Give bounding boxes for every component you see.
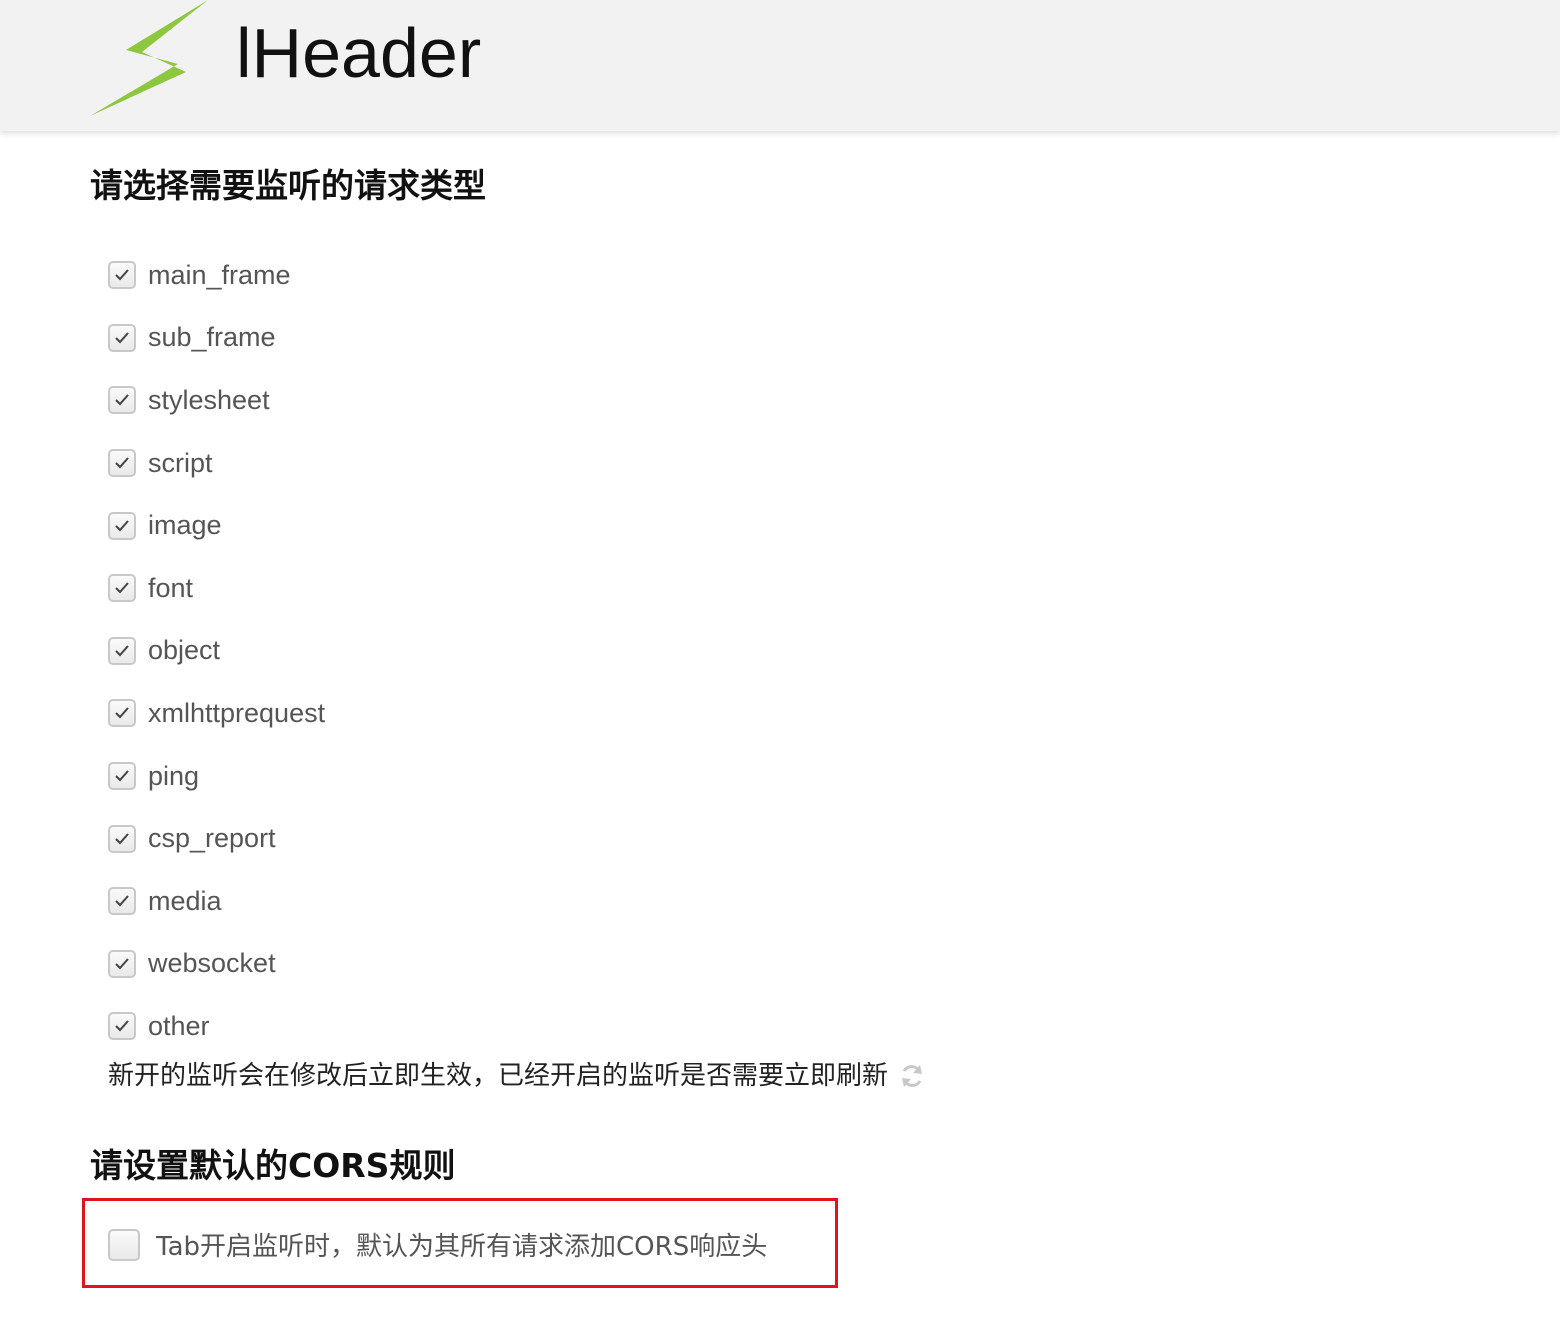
request-type-item[interactable]: main_frame — [108, 244, 325, 307]
request-type-item[interactable]: ping — [108, 745, 325, 808]
checkbox-checked[interactable] — [108, 949, 136, 978]
request-type-label[interactable]: object — [148, 635, 220, 666]
request-type-item[interactable]: xmlhttprequest — [108, 682, 325, 745]
checkbox-checked[interactable] — [108, 824, 136, 853]
checkbox-checked[interactable] — [108, 1012, 136, 1041]
request-type-item[interactable]: script — [108, 432, 325, 495]
checkmark-icon — [115, 582, 129, 594]
checkbox-checked[interactable] — [108, 386, 136, 415]
request-type-label[interactable]: image — [148, 510, 222, 541]
request-type-list: main_frame sub_frame stylesheet script i… — [108, 244, 325, 1058]
request-type-item[interactable]: media — [108, 870, 325, 933]
checkmark-icon — [115, 645, 129, 657]
request-type-item[interactable]: image — [108, 494, 325, 557]
request-type-label[interactable]: media — [148, 886, 222, 917]
checkbox-checked[interactable] — [108, 887, 136, 916]
request-type-item[interactable]: other — [108, 995, 325, 1058]
request-type-label[interactable]: main_frame — [148, 260, 291, 291]
checkmark-icon — [115, 832, 129, 845]
checkmark-icon — [115, 707, 129, 719]
request-type-label[interactable]: sub_frame — [148, 322, 276, 353]
request-type-item[interactable]: object — [108, 620, 325, 683]
app-title: lHeader — [236, 14, 482, 92]
checkmark-icon — [115, 457, 129, 469]
cors-checkbox[interactable] — [108, 1228, 140, 1261]
checkbox-checked[interactable] — [108, 511, 136, 540]
request-types-title: 请选择需要监听的请求类型 — [90, 166, 486, 205]
request-type-label[interactable]: ping — [148, 761, 199, 792]
checkmark-icon — [115, 895, 129, 907]
checkbox-checked[interactable] — [108, 636, 136, 665]
checkbox-checked[interactable] — [108, 762, 136, 791]
request-type-item[interactable]: stylesheet — [108, 369, 325, 432]
refresh-icon[interactable] — [898, 1062, 926, 1090]
request-type-label[interactable]: csp_report — [148, 823, 276, 854]
refresh-note-text: 新开的监听会在修改后立即生效，已经开启的监听是否需要立即刷新 — [108, 1061, 889, 1091]
checkbox-checked[interactable] — [108, 323, 136, 352]
request-type-item[interactable]: font — [108, 557, 325, 620]
checkmark-icon — [115, 1020, 129, 1032]
lightning-bolt-icon — [90, 0, 208, 116]
request-type-item[interactable]: websocket — [108, 933, 325, 996]
request-type-label[interactable]: stylesheet — [148, 385, 270, 416]
request-type-label[interactable]: script — [148, 448, 213, 479]
checkmark-icon — [115, 269, 129, 281]
checkmark-icon — [115, 958, 129, 970]
request-type-label[interactable]: websocket — [148, 948, 276, 979]
cors-rules-title: 请设置默认的CORS规则 — [90, 1146, 456, 1185]
request-type-item[interactable]: sub_frame — [108, 307, 325, 370]
checkbox-checked[interactable] — [108, 449, 136, 478]
request-type-label[interactable]: font — [148, 573, 193, 604]
app-header: lHeader — [0, 0, 1560, 131]
checkmark-icon — [115, 770, 129, 782]
checkbox-checked[interactable] — [108, 574, 136, 603]
refresh-note: 新开的监听会在修改后立即生效，已经开启的监听是否需要立即刷新 — [108, 1058, 926, 1094]
checkbox-checked[interactable] — [108, 261, 136, 290]
request-type-label[interactable]: xmlhttprequest — [148, 698, 325, 729]
checkmark-icon — [115, 394, 129, 406]
request-type-label[interactable]: other — [148, 1011, 210, 1042]
request-type-item[interactable]: csp_report — [108, 807, 325, 870]
checkmark-icon — [115, 332, 129, 344]
checkbox-checked[interactable] — [108, 699, 136, 728]
cors-option-label[interactable]: Tab开启监听时，默认为其所有请求添加CORS响应头 — [156, 1226, 767, 1263]
checkmark-icon — [115, 520, 129, 532]
cors-option[interactable]: Tab开启监听时，默认为其所有请求添加CORS响应头 — [108, 1226, 767, 1263]
